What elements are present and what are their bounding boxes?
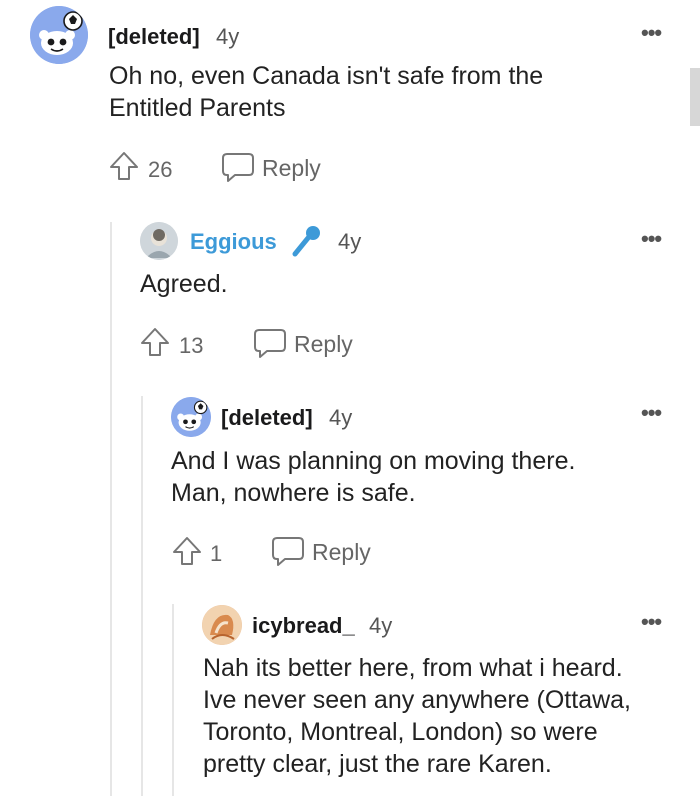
comment-age: 4y xyxy=(329,405,353,430)
reply-icon[interactable] xyxy=(221,151,255,188)
user-avatar-icon xyxy=(140,222,178,260)
username[interactable]: [deleted] xyxy=(221,405,313,431)
thread-line-level-1[interactable] xyxy=(110,222,112,796)
user-avatar-icon xyxy=(202,605,242,645)
more-options-icon[interactable]: ••• xyxy=(641,20,662,46)
more-options-icon[interactable]: ••• xyxy=(641,400,662,426)
upvote-count: 26 xyxy=(148,157,173,182)
username[interactable]: icybread_ xyxy=(252,613,355,639)
username[interactable]: [deleted] xyxy=(108,24,200,50)
more-options-icon[interactable]: ••• xyxy=(641,609,662,635)
scrollbar[interactable] xyxy=(690,68,700,126)
upvote-icon[interactable] xyxy=(139,326,171,363)
upvote-icon[interactable] xyxy=(108,150,140,187)
upvote-icon[interactable] xyxy=(171,535,203,572)
thread-line-level-2[interactable] xyxy=(141,396,143,796)
comment-body: Nah its better here, from what i heard. … xyxy=(203,654,632,778)
comment-age: 4y xyxy=(338,229,362,254)
reply-button[interactable]: Reply xyxy=(312,539,371,566)
comment-body: And I was planning on moving there. Man,… xyxy=(171,447,576,507)
comment-age: 4y xyxy=(216,24,240,49)
thread-line-level-3[interactable] xyxy=(172,604,174,796)
upvote-count: 13 xyxy=(179,333,204,358)
comment-body: Agreed. xyxy=(140,270,228,298)
comment-body: Oh no, even Canada isn't safe from the E… xyxy=(109,62,544,122)
more-options-icon[interactable]: ••• xyxy=(641,226,662,252)
reply-button[interactable]: Reply xyxy=(294,331,353,358)
reply-button[interactable]: Reply xyxy=(262,155,321,182)
avatar[interactable] xyxy=(202,605,242,645)
upvote-count: 1 xyxy=(210,541,223,566)
microphone-icon xyxy=(289,224,323,263)
reply-icon[interactable] xyxy=(253,327,287,364)
avatar[interactable] xyxy=(30,6,88,64)
snoo-avatar-icon xyxy=(30,6,88,64)
snoo-avatar-icon xyxy=(171,397,211,437)
reply-icon[interactable] xyxy=(271,535,305,572)
username[interactable]: Eggious xyxy=(190,229,277,255)
comment-age: 4y xyxy=(369,613,393,638)
avatar[interactable] xyxy=(140,222,178,260)
avatar[interactable] xyxy=(171,397,211,437)
